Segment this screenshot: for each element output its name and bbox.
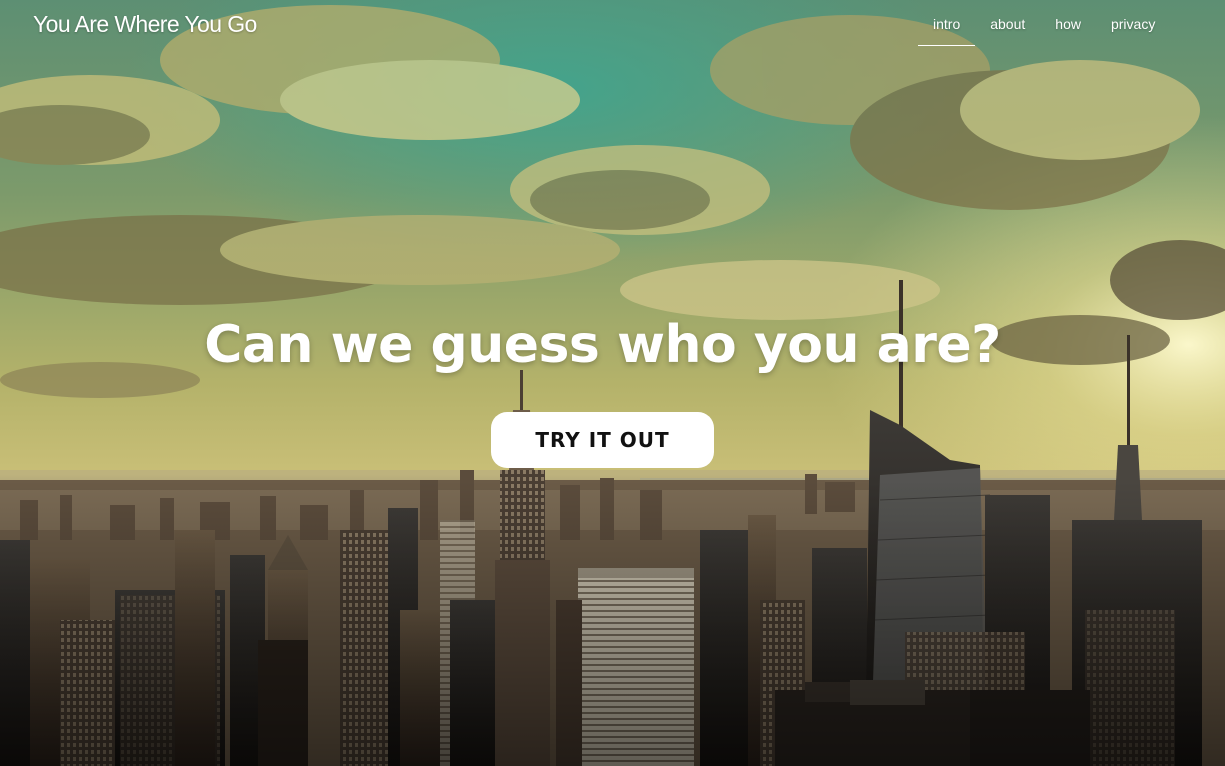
nav-links: intro about how privacy — [918, 0, 1170, 46]
hero-title: Can we guess who you are? — [204, 315, 1001, 375]
nav-link-how[interactable]: how — [1040, 0, 1096, 46]
top-navbar: You Are Where You Go intro about how pri… — [0, 0, 1225, 50]
hero-section: You Are Where You Go intro about how pri… — [0, 0, 1225, 766]
nav-link-about[interactable]: about — [975, 0, 1040, 46]
nav-link-intro[interactable]: intro — [918, 0, 976, 46]
try-it-out-button[interactable]: TRY IT OUT — [491, 412, 714, 468]
nav-link-privacy[interactable]: privacy — [1096, 0, 1170, 46]
city-skyline-background — [0, 0, 1225, 766]
brand-link[interactable]: You Are Where You Go — [33, 11, 257, 38]
